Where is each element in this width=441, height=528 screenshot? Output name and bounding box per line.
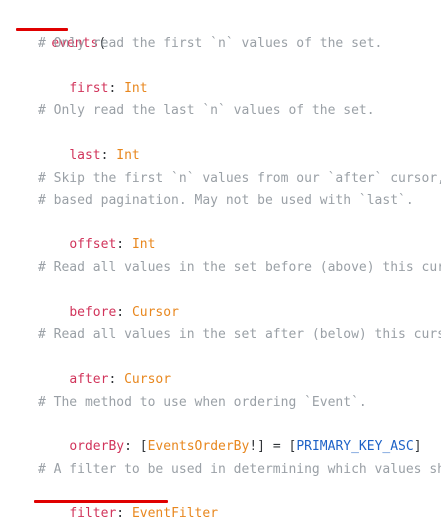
equals-sign: = <box>265 439 289 455</box>
arg-name: last <box>69 148 101 164</box>
arg-colon: : <box>108 372 125 388</box>
code-comment: # Only read the last `n` values of the s… <box>38 103 375 118</box>
code-arg-line: after: Cursor <box>38 347 171 387</box>
arg-type: Cursor <box>124 372 172 388</box>
code-comment: # Read all values in the set after (belo… <box>38 327 441 342</box>
list-open-bracket: [ <box>139 439 148 455</box>
arg-name: after <box>69 372 109 388</box>
arg-type: Int <box>116 148 140 164</box>
code-comment: # A filter to be used in determining whi… <box>38 462 441 477</box>
arg-colon: : <box>116 237 132 253</box>
annotation-underline-events <box>16 28 68 31</box>
arg-type: Int <box>131 237 156 253</box>
annotation-underline-filter <box>34 500 168 503</box>
code-arg-line: before: Cursor <box>38 280 179 320</box>
arg-colon: : <box>116 506 132 522</box>
code-viewer: events( # Only read the first `n` values… <box>0 0 441 528</box>
arg-type: EventsOrderBy <box>147 439 250 455</box>
arg-type: EventFilter <box>131 506 219 522</box>
code-comment: # based pagination. May not be used with… <box>38 193 414 208</box>
arg-name: before <box>69 305 117 321</box>
code-arg-line: offset: Int <box>38 212 155 252</box>
default-close-bracket: ] <box>413 439 422 455</box>
arg-name: offset <box>69 237 117 253</box>
arg-colon: : <box>100 148 117 164</box>
arg-name: orderBy <box>69 439 125 455</box>
arg-colon: : <box>124 439 140 455</box>
code-comment: # The method to use when ordering `Event… <box>38 395 367 410</box>
arg-colon: : <box>116 305 132 321</box>
code-arg-line: orderBy: [EventsOrderBy!] = [PRIMARY_KEY… <box>38 414 421 454</box>
arg-type: Cursor <box>131 305 179 321</box>
code-comment: # Read all values in the set before (abo… <box>38 260 441 275</box>
default-value: PRIMARY_KEY_ASC <box>296 439 414 455</box>
list-close-bracket: !] <box>249 439 265 455</box>
code-comment: # Only read the first `n` values of the … <box>38 36 383 51</box>
code-comment: # Skip the first `n` values from our `af… <box>38 171 441 186</box>
arg-colon: : <box>108 81 125 97</box>
code-arg-line: first: Int <box>38 56 147 96</box>
code-arg-line: last: Int <box>38 123 139 163</box>
arg-name: filter <box>69 506 117 522</box>
arg-name: first <box>69 81 109 97</box>
arg-type: Int <box>124 81 148 97</box>
